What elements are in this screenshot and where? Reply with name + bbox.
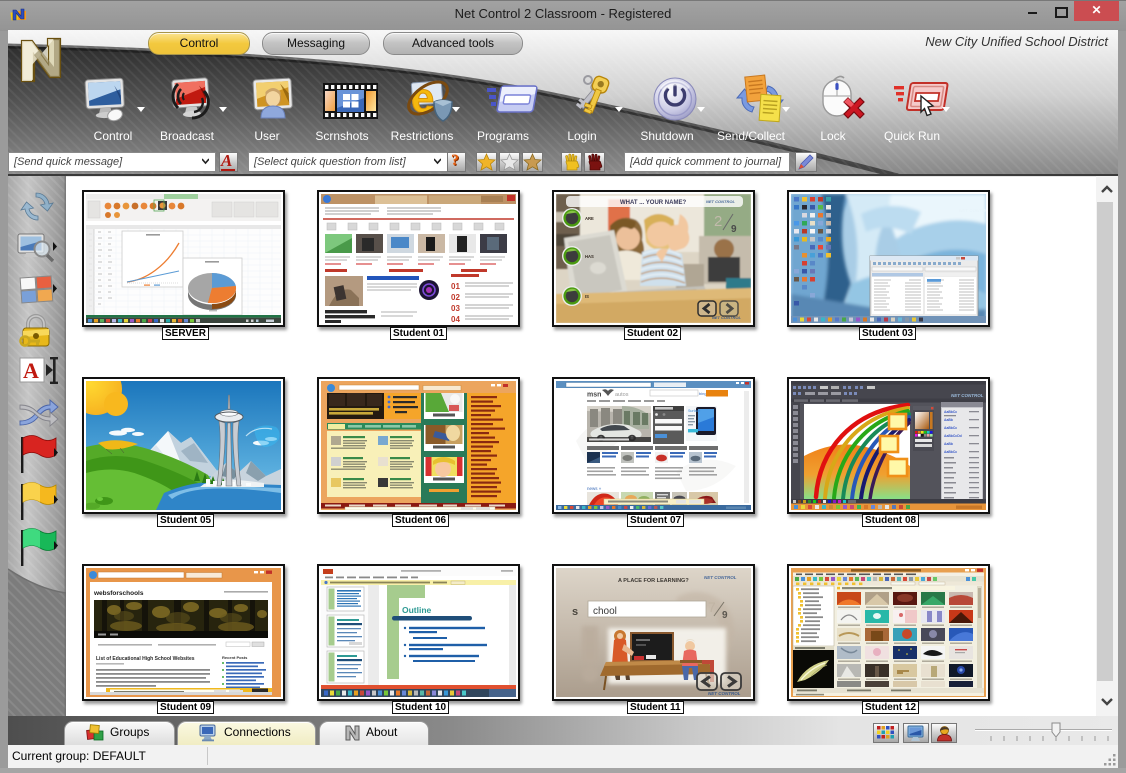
svg-text:chool: chool [593,606,617,617]
svg-text:NET CONTROL: NET CONTROL [704,575,737,580]
svg-text:news »: news » [587,486,602,491]
svg-text:websforschools: websforschools [93,590,144,597]
svg-text:autos: autos [615,392,629,398]
svg-text:HAS: HAS [585,254,594,259]
svg-text:AaBb: AaBb [944,442,953,446]
svg-text:AaBb: AaBb [944,418,953,422]
svg-text:AaBbCc: AaBbCc [944,410,957,414]
svg-text:Outline: Outline [402,605,432,615]
svg-text:NET CONTROL: NET CONTROL [951,393,984,398]
svg-text:7: 7 [708,599,716,615]
svg-text:03: 03 [451,304,460,313]
svg-text:NET CONTROL: NET CONTROL [708,691,741,696]
svg-text:Surface: Surface [688,409,700,413]
svg-text:04: 04 [451,315,460,323]
svg-text:List of Educational High Schoo: List of Educational High School Websites [96,656,195,662]
svg-text:02: 02 [451,293,460,302]
svg-text:AaBbCcDd: AaBbCcDd [944,434,962,438]
svg-text:9: 9 [722,610,728,621]
svg-text:IS: IS [585,294,589,299]
svg-text:9: 9 [731,224,737,235]
svg-text:A: A [23,358,39,383]
svg-text:s: s [572,606,578,618]
svg-text:NET CONTROL: NET CONTROL [959,208,986,213]
svg-text:NET CONTROL: NET CONTROL [706,199,735,204]
svg-text:01: 01 [451,282,460,291]
svg-text:Recent Posts: Recent Posts [222,655,248,660]
svg-text:WHAT ... YOUR NAME?: WHAT ... YOUR NAME? [620,200,686,206]
svg-text:AaBbCc: AaBbCc [944,450,957,454]
svg-text:msn: msn [587,392,601,399]
svg-text:AaBbCc: AaBbCc [944,426,957,430]
svg-text:bing: bing [699,391,707,396]
svg-text:2: 2 [714,213,722,230]
svg-text:A PLACE FOR LEARNING?: A PLACE FOR LEARNING? [618,578,689,584]
svg-text:ARE: ARE [585,216,594,221]
